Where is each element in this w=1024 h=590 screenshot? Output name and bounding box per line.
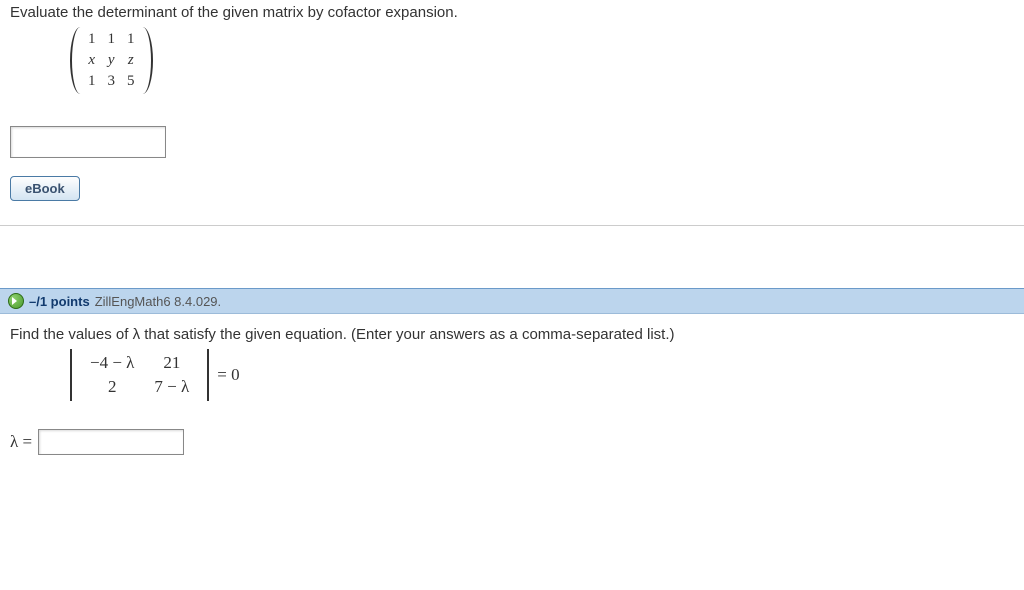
det-row: 2 7 − λ xyxy=(80,375,199,399)
expand-icon[interactable] xyxy=(8,293,24,309)
matrix-row: x y z xyxy=(82,50,141,71)
question-1: Evaluate the determinant of the given ma… xyxy=(0,0,1024,211)
points-label: –/1 points xyxy=(29,294,90,309)
matrix-row: 1 3 5 xyxy=(82,71,141,92)
det-row: −4 − λ 21 xyxy=(80,351,199,375)
determinant: −4 − λ 21 2 7 − λ xyxy=(70,349,209,401)
question-2: Find the values of λ that satisfy the gi… xyxy=(0,314,1024,467)
q1-matrix: 1 1 1 x y z 1 3 5 xyxy=(70,27,1014,98)
lambda-answer-row: λ = xyxy=(10,429,1014,455)
q2-prompt: Find the values of λ that satisfy the gi… xyxy=(10,326,1014,343)
section-divider xyxy=(0,225,1024,226)
q1-prompt: Evaluate the determinant of the given ma… xyxy=(10,4,1014,21)
source-label: ZillEngMath6 8.4.029. xyxy=(95,294,221,309)
ebook-button[interactable]: eBook xyxy=(10,176,80,201)
lambda-label: λ = xyxy=(10,432,32,452)
q2-equation: −4 − λ 21 2 7 − λ = 0 xyxy=(70,349,1014,401)
equals-zero: = 0 xyxy=(217,365,239,385)
matrix-row: 1 1 1 xyxy=(82,29,141,50)
q1-answer-input[interactable] xyxy=(10,126,166,158)
question-header: –/1 points ZillEngMath6 8.4.029. xyxy=(0,288,1024,314)
lambda-answer-input[interactable] xyxy=(38,429,184,455)
